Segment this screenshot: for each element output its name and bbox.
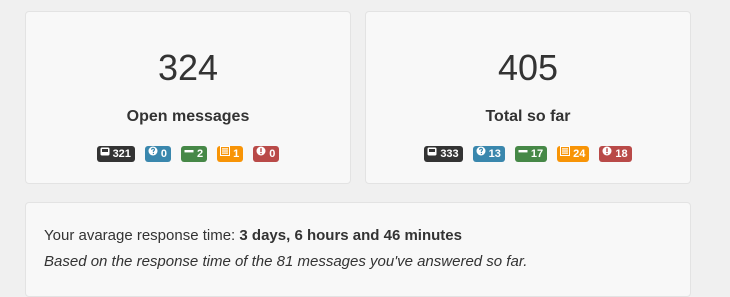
- question-icon: [476, 145, 486, 161]
- total-messages-count: 405: [497, 47, 559, 88]
- list-badge[interactable]: 24: [557, 145, 590, 162]
- open-messages-card: 324 Open messages 321 0 2 1 0: [25, 11, 351, 184]
- total-messages-badges: 333 13 17 24 18: [366, 146, 690, 162]
- minus-badge[interactable]: 2: [181, 145, 208, 162]
- badge-value: 17: [530, 148, 544, 161]
- inbox-icon: [100, 145, 110, 161]
- badge-value: 321: [112, 148, 131, 161]
- inbox-badge[interactable]: 333: [424, 145, 463, 162]
- badge-value: 1: [233, 148, 240, 161]
- alert-badge[interactable]: 0: [253, 145, 280, 162]
- inbox-icon: [427, 145, 437, 161]
- badge-value: 13: [488, 148, 501, 161]
- list-badge[interactable]: 1: [217, 145, 244, 162]
- open-messages-label: Open messages: [126, 108, 250, 125]
- question-badge[interactable]: 13: [472, 145, 505, 162]
- alert-icon: [256, 145, 266, 161]
- response-time-value: 3 days, 6 hours and 46 minutes: [239, 227, 462, 244]
- response-time-line: Your avarage response time: 3 days, 6 ho…: [44, 226, 462, 246]
- badge-value: 24: [573, 148, 586, 161]
- badge-value: 333: [440, 148, 459, 161]
- alert-badge[interactable]: 18: [599, 145, 632, 162]
- minus-icon: [184, 145, 194, 161]
- response-time-note: Based on the response time of the 81 mes…: [44, 253, 528, 270]
- total-messages-card: 405 Total so far 333 13 17 24 18: [365, 11, 691, 184]
- question-badge[interactable]: 0: [144, 145, 172, 162]
- badge-value: 0: [269, 148, 276, 161]
- list-icon: [220, 145, 231, 161]
- open-messages-count: 324: [157, 47, 219, 88]
- list-icon: [560, 145, 571, 161]
- open-messages-badges: 321 0 2 1 0: [26, 146, 350, 162]
- alert-icon: [602, 145, 612, 161]
- inbox-badge[interactable]: 321: [96, 145, 135, 162]
- minus-icon: [518, 145, 528, 161]
- response-time-prefix: Your avarage response time:: [44, 227, 240, 244]
- response-time-card: Your avarage response time: 3 days, 6 ho…: [25, 202, 691, 297]
- badge-value: 0: [160, 148, 168, 161]
- minus-badge[interactable]: 17: [514, 145, 548, 162]
- total-messages-label: Total so far: [485, 108, 571, 125]
- question-icon: [148, 145, 158, 161]
- badge-value: 18: [615, 148, 628, 161]
- badge-value: 2: [197, 148, 204, 161]
